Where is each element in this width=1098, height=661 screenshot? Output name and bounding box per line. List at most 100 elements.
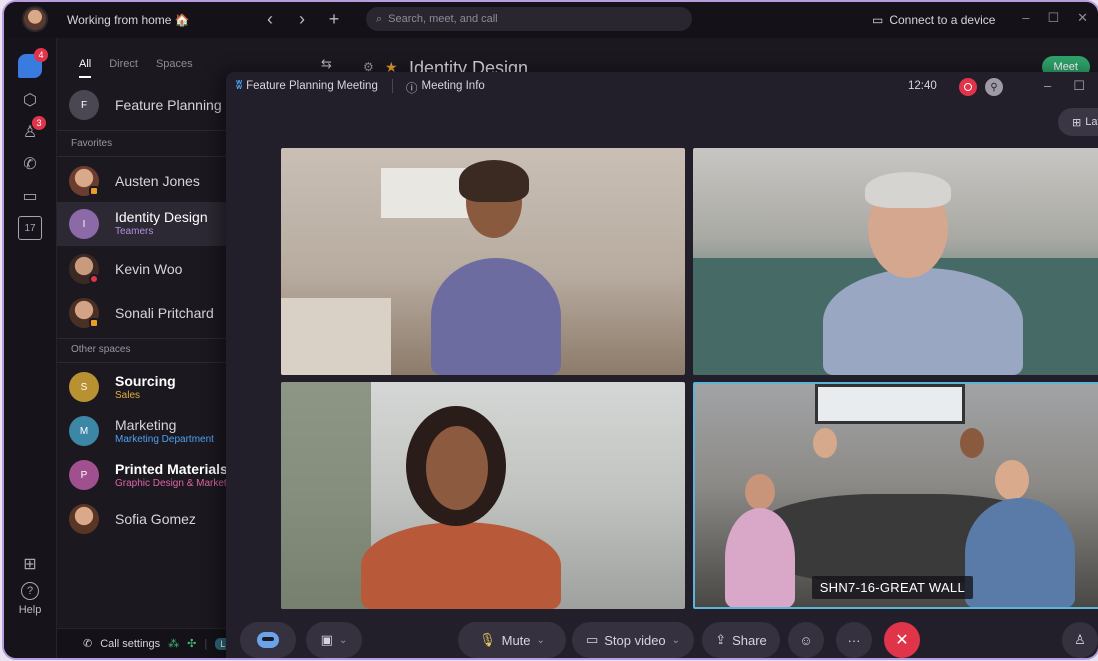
app-window: Working from home 🏠 ‹ › + ⌕ Search, meet… [4,2,1098,658]
forward-arrow-icon[interactable]: › [293,9,311,30]
captions-icon: ▣ [320,632,333,647]
close-icon[interactable]: ✕ [1077,10,1088,26]
navigation-rail: 4 ⬡ ♙ 3 ✆ ▭ 17 ⊞ ? Help [4,38,57,658]
meeting-title-text: Feature Planning Meeting [246,80,378,92]
more-options-button[interactable]: ··· [836,622,872,658]
video-tile[interactable] [693,148,1098,375]
space-subtitle: Marketing Department [115,434,214,445]
meeting-lock-icon[interactable]: ⚲ [985,78,1003,96]
meeting-clock: 12:40 [908,80,937,92]
call-settings-icon[interactable]: ✆ [83,637,92,650]
tab-direct[interactable]: Direct [109,58,138,78]
space-subtitle: Sales [115,390,141,401]
separator [392,79,393,93]
captions-button[interactable]: ▣ ⌄ [306,622,362,658]
share-icon: ⇪ [715,632,727,647]
stop-video-label: Stop video [604,632,666,648]
space-name: Marketing [115,417,177,433]
ai-assistant-button[interactable] [240,622,296,658]
participants-icon: ♙ [1074,632,1086,647]
share-label: Share [732,632,767,648]
space-avatar: M [69,416,99,446]
person-body [361,522,561,609]
contact-name: Sofia Gomez [115,511,196,527]
space-avatar: I [69,209,99,239]
video-tile-active-speaker[interactable]: SHN7-16-GREAT WALL [693,382,1098,609]
space-avatar: S [69,372,99,402]
new-plus-icon[interactable]: + [325,9,343,30]
call-settings-label[interactable]: Call settings [100,638,160,650]
chevron-down-icon: ⌄ [338,634,348,646]
tab-spaces[interactable]: Spaces [156,58,193,78]
help-icon[interactable]: ? [21,582,39,600]
camera-icon: ▭ [585,632,599,647]
cast-icon: ▭ [872,13,884,27]
calendar-icon[interactable]: 17 [18,216,42,240]
space-avatar: P [69,460,99,490]
share-button[interactable]: ⇪ Share [702,622,780,658]
mute-label: Mute [501,632,531,648]
status-text[interactable]: Working from home 🏠 [67,13,190,27]
window-controls: – ☐ ✕ [1022,10,1098,26]
search-icon: ⌕ [376,12,383,25]
minimize-icon[interactable]: – [1044,78,1051,94]
presence-away-icon [89,186,99,196]
filter-tabs: All Direct Spaces [79,58,193,78]
person-body [965,498,1075,607]
video-tile[interactable] [281,148,685,375]
contact-name: Sonali Pritchard [115,305,214,321]
space-subtitle: Teamers [115,226,154,237]
participants-button[interactable]: ♙ [1062,622,1098,658]
tab-all[interactable]: All [79,58,92,78]
messaging-icon[interactable]: 4 [18,48,48,78]
person-head [813,428,837,458]
stop-video-button[interactable]: ▭ Stop video ⌄ [572,622,694,658]
plant [281,382,371,609]
room-screen [815,384,965,424]
end-call-button[interactable]: ✕ [884,622,920,658]
messaging-badge: 4 [34,48,48,62]
mute-button[interactable]: 🎙 Mute ⌄ [458,622,566,658]
room-name-label: SHN7-16-GREAT WALL [811,576,973,599]
connect-device-button[interactable]: ▭ Connect to a device [872,13,995,27]
reactions-button[interactable]: ☺ [788,622,824,658]
person-hair [865,172,951,208]
space-name: Identity Design [115,209,208,225]
bluetooth-status-icon: ✣ [187,638,197,650]
end-call-icon: ✕ [895,632,909,649]
help-label[interactable]: Help [10,604,50,616]
recording-icon[interactable] [959,78,977,96]
space-avatar: F [69,90,99,120]
webex-logo-icon: ʬ [236,80,243,92]
video-tile[interactable] [281,382,685,609]
self-avatar[interactable] [22,6,48,32]
minimize-icon[interactable]: – [1022,10,1029,26]
maximize-icon[interactable]: ☐ [1073,78,1085,94]
apps-grid-icon[interactable]: ⊞ [18,552,42,576]
space-name: Printed Materials [115,461,228,477]
meeting-title: ʬ Feature Planning Meeting [236,80,378,92]
meeting-info-label: Meeting Info [421,80,485,92]
chevron-down-icon: ⌄ [536,634,545,646]
back-arrow-icon[interactable]: ‹ [261,9,279,30]
smiley-icon: ☺ [799,632,813,648]
meeting-controls: ▣ ⌄ 🎙 Mute ⌄ ▭ Stop video ⌄ ⇪ Share ☺ ··… [226,622,1098,658]
calls-icon[interactable]: ✆ [18,152,42,176]
layout-button[interactable]: ⊞ Lay [1058,108,1098,136]
chevron-down-icon: ⌄ [671,634,681,646]
teams-icon[interactable]: ⬡ [18,88,42,112]
navigation-controls: ‹ › + [261,9,343,30]
contact-name: Kevin Woo [115,261,183,277]
meeting-title-bar: ʬ Feature Planning Meeting ⓘ Meeting Inf… [226,72,1098,102]
contacts-badge: 3 [32,116,46,130]
voicemail-icon[interactable]: ▭ [18,184,42,208]
maximize-icon[interactable]: ☐ [1047,10,1059,26]
meeting-info-button[interactable]: ⓘ Meeting Info [406,80,485,96]
title-bar: Working from home 🏠 ‹ › + ⌕ Search, meet… [4,2,1098,38]
favorites-section-label: Favorites [71,138,113,149]
contacts-icon[interactable]: ♙ 3 [18,116,46,144]
person-body [431,258,561,375]
search-input[interactable]: ⌕ Search, meet, and call [366,7,692,31]
filter-icon[interactable]: ⇆ [321,56,332,72]
ai-assistant-icon [257,632,279,648]
